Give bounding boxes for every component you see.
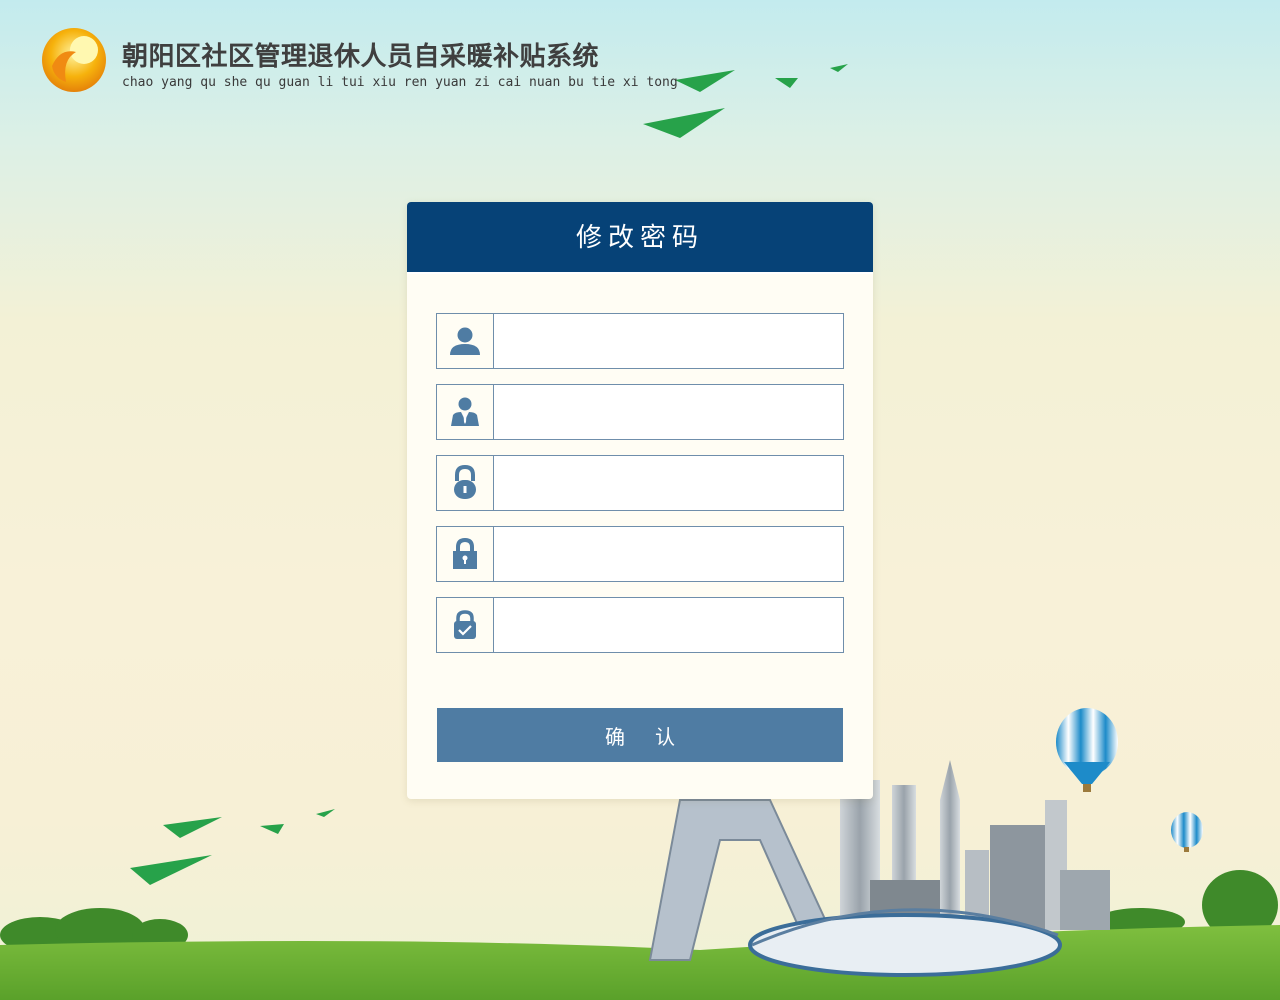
new-password-input[interactable] (494, 527, 843, 581)
username-input[interactable] (494, 314, 843, 368)
confirm-password-field (436, 597, 844, 653)
cctv-tower (648, 799, 832, 961)
logo-icon (42, 28, 106, 92)
hot-air-balloon-large (1056, 708, 1118, 792)
system-title-pinyin: chao yang qu she qu guan li tui xiu ren … (122, 75, 678, 90)
person-suit-icon (437, 385, 494, 439)
confirm-button[interactable]: 确认 (437, 708, 843, 762)
city-skyline (840, 760, 1110, 930)
username-field (436, 313, 844, 369)
stadium (748, 908, 1062, 977)
name-input[interactable] (494, 385, 843, 439)
change-password-panel: 修改密码 确认 (407, 202, 873, 799)
lock-icon (437, 527, 494, 581)
lock-check-icon (437, 598, 494, 652)
old-password-input[interactable] (494, 456, 843, 510)
trees-left (0, 908, 188, 953)
panel-header: 修改密码 (407, 202, 873, 274)
padlock-icon (437, 456, 494, 510)
trees-right (1095, 870, 1278, 940)
user-icon (437, 314, 494, 368)
system-title: 朝阳区社区管理退休人员自采暖补贴系统 (122, 42, 600, 72)
name-field (436, 384, 844, 440)
panel-title: 修改密码 (575, 223, 704, 253)
hot-air-balloon-small (1171, 812, 1203, 852)
paper-planes-bottom (130, 809, 335, 885)
new-password-field (436, 526, 844, 582)
old-password-field (436, 455, 844, 511)
confirm-password-input[interactable] (494, 598, 843, 652)
